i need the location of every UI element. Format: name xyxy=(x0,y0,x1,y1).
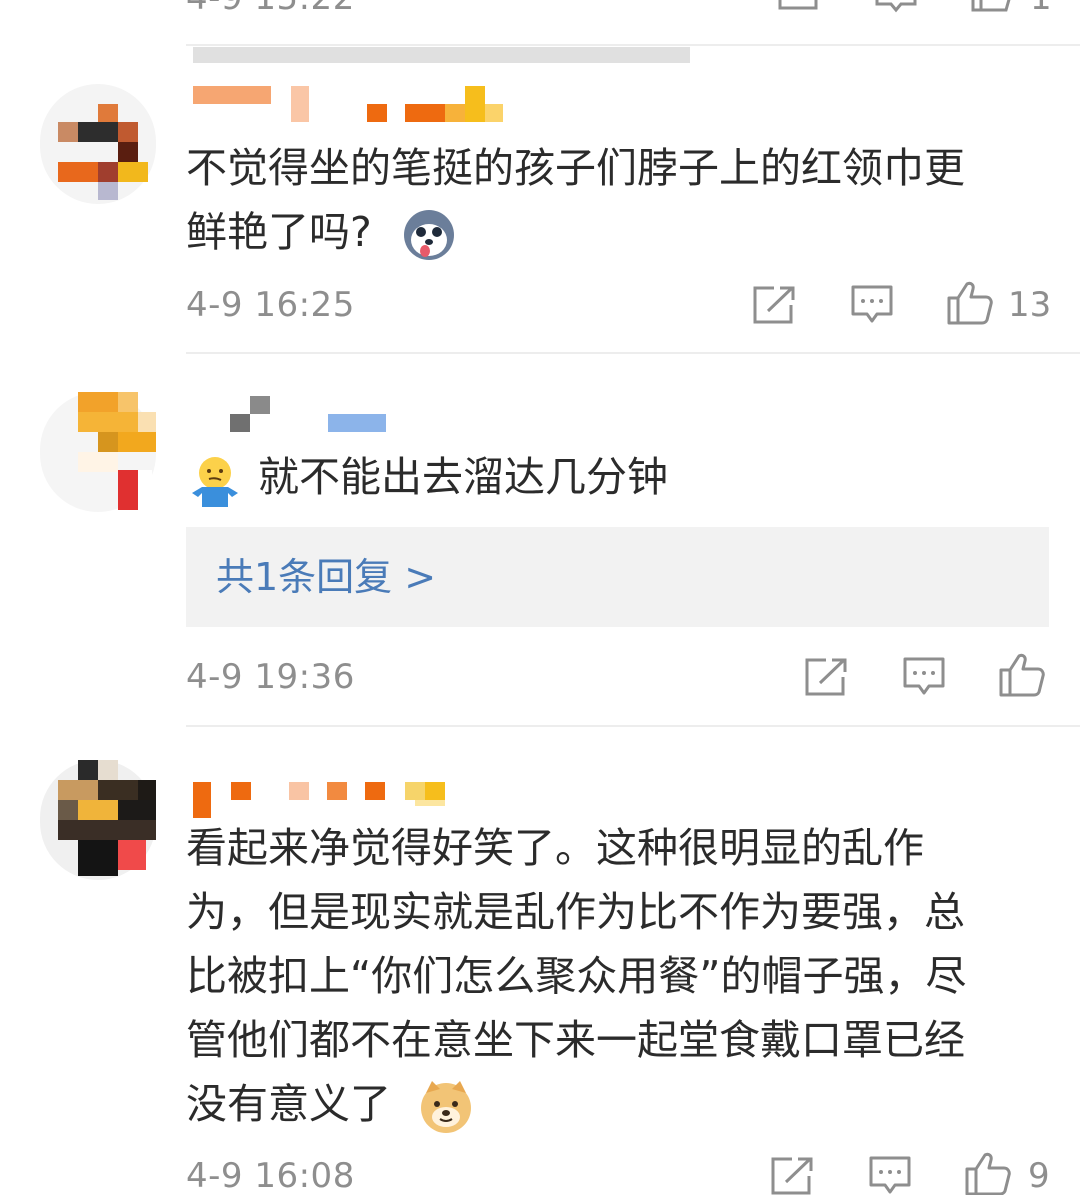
share-icon[interactable] xyxy=(770,1156,814,1196)
view-replies-link[interactable]: 共1条回复 > xyxy=(216,553,436,601)
comment-text: 就不能出去溜达几分钟 xyxy=(186,445,1056,509)
divider xyxy=(186,725,1080,727)
comment-icon[interactable] xyxy=(902,656,946,698)
share-icon[interactable] xyxy=(804,657,848,697)
comment-icon[interactable] xyxy=(874,0,918,14)
husky-dog-emoji xyxy=(403,210,454,260)
thumbs-up-icon[interactable] xyxy=(964,1151,1012,1195)
avatar[interactable] xyxy=(40,392,156,512)
comment-icon[interactable] xyxy=(850,284,894,326)
shrug-emoji xyxy=(192,457,238,507)
thumbs-up-icon[interactable] xyxy=(970,0,1018,16)
comment-timestamp: 4-9 15:22 xyxy=(186,0,355,18)
divider xyxy=(186,352,1080,354)
comment-timestamp: 4-9 16:08 xyxy=(186,1156,355,1196)
comment-timestamp: 4-9 16:25 xyxy=(186,285,355,325)
avatar[interactable] xyxy=(40,84,156,204)
comment-text: 不觉得坐的笔挺的孩子们脖子上的红领巾更 鲜艳了吗? xyxy=(186,136,1056,264)
thumbs-up-icon[interactable] xyxy=(946,280,994,326)
like-count: 13 xyxy=(1008,285,1052,325)
share-icon[interactable] xyxy=(752,285,796,325)
like-count: 1 xyxy=(1030,0,1052,18)
comment-text: 看起来净觉得好笑了。这种很明显的乱作 为，但是现实就是乱作为比不作为要强，总 比… xyxy=(186,816,1056,1136)
share-icon[interactable] xyxy=(777,0,821,14)
like-count: 9 xyxy=(1028,1156,1050,1196)
comment-timestamp: 4-9 19:36 xyxy=(186,657,355,697)
avatar[interactable] xyxy=(40,760,156,880)
divider xyxy=(186,44,1080,46)
doge-emoji xyxy=(421,1081,472,1133)
redacted-bar xyxy=(193,47,690,63)
thumbs-up-icon[interactable] xyxy=(998,652,1046,698)
comment-icon[interactable] xyxy=(868,1155,912,1195)
